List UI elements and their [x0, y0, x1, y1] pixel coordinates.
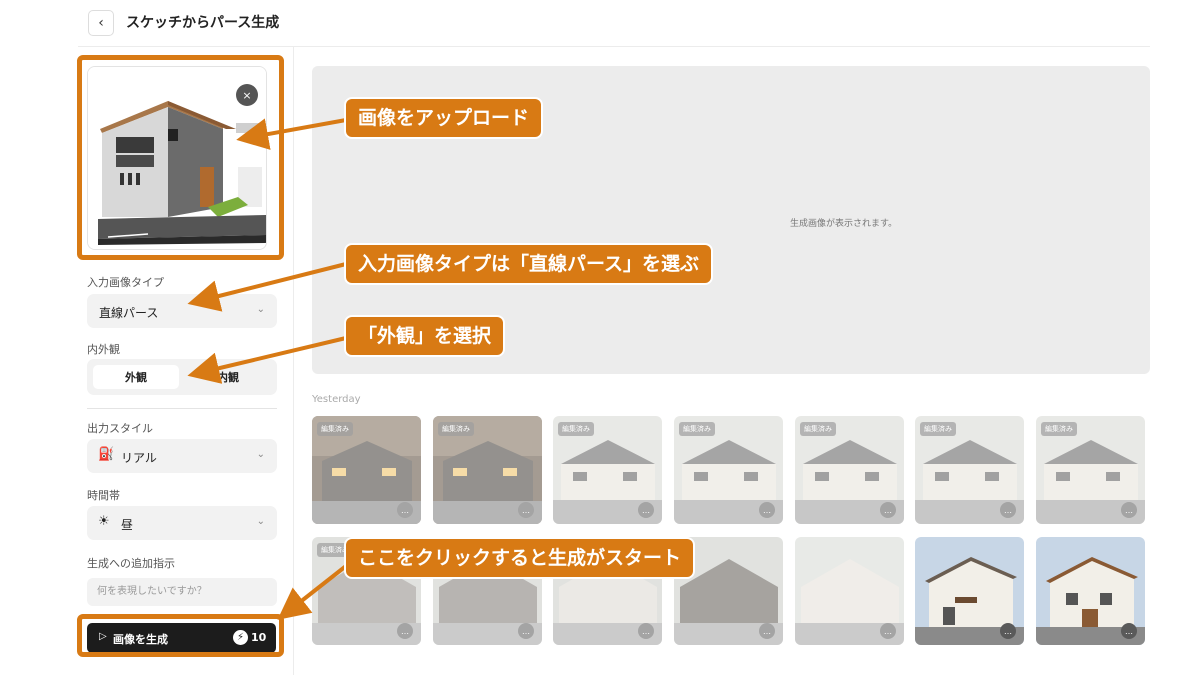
callout-input-type: 入力画像タイプは「直線パース」を選ぶ	[346, 245, 712, 283]
callout-upload: 画像をアップロード	[346, 99, 542, 137]
callout-view: 「外観」を選択	[346, 317, 504, 355]
callout-generate: ここをクリックすると生成がスタート	[346, 539, 694, 577]
generate-arrow	[277, 564, 348, 620]
view-arrow	[187, 336, 347, 384]
upload-arrow	[236, 118, 347, 150]
input-type-arrow	[187, 262, 347, 312]
